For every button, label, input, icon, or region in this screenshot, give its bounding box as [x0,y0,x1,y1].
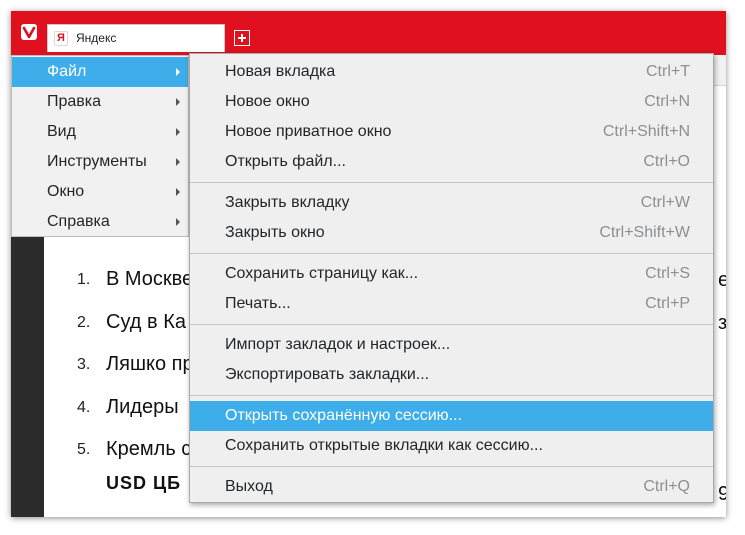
menu-item-label: Открыть файл... [225,153,346,170]
menu-separator [190,182,713,183]
menu-help[interactable]: Справка [12,207,188,237]
new-tab-button[interactable] [234,30,250,46]
news-number: 2. [77,314,91,331]
menu-item-label: Выход [225,478,273,495]
chevron-right-icon [176,128,180,136]
menu-separator [190,466,713,467]
news-headline[interactable]: Кремль с [106,438,191,461]
menu-separator [190,253,713,254]
menu-separator [190,395,713,396]
menu-view[interactable]: Вид [12,117,188,147]
news-number: 1. [77,271,91,288]
menu-edit-label: Правка [47,93,102,110]
main-menu: Файл Правка Вид Инструменты Окно Справка [11,55,189,237]
menu-item-label: Сохранить открытые вкладки как сессию... [225,437,543,454]
menu-tools-label: Инструменты [47,153,147,170]
menu-file-label: Файл [47,63,87,80]
menu-item-new-window[interactable]: Новое окно Ctrl+N [190,87,713,117]
menu-item-open-session[interactable]: Открыть сохранённую сессию... [190,401,713,431]
menu-item-label: Экспортировать закладки... [225,366,430,383]
news-headline[interactable]: Ляшко пр [106,353,194,376]
menu-item-label: Сохранить страницу как... [225,265,419,282]
news-number: 3. [77,356,91,373]
menu-item-label: Закрыть вкладку [225,194,350,211]
chevron-right-icon [176,218,180,226]
menu-item-new-private-window[interactable]: Новое приватное окно Ctrl+Shift+N [190,117,713,147]
tab-title: Яндекс [76,31,117,45]
menu-item-label: Импорт закладок и настроек... [225,336,451,353]
menu-item-label: Новое приватное окно [225,123,392,140]
news-headline[interactable]: Суд в Ка [106,311,186,334]
menu-item-shortcut: Ctrl+S [645,265,690,282]
news-number: 4. [77,399,91,416]
menu-item-shortcut: Ctrl+T [646,63,690,80]
menu-item-label: Новая вкладка [225,63,336,80]
menu-edit[interactable]: Правка [12,87,188,117]
menu-view-label: Вид [47,123,76,140]
headline-fragment: е [718,269,726,291]
tab-yandex[interactable]: Я Яндекс [47,24,225,52]
menu-item-shortcut: Ctrl+Shift+W [599,224,690,241]
chevron-right-icon [176,158,180,166]
menu-item-new-tab[interactable]: Новая вкладка Ctrl+T [190,57,713,87]
menu-item-shortcut: Ctrl+Q [643,478,690,495]
menu-item-close-window[interactable]: Закрыть окно Ctrl+Shift+W [190,218,713,248]
chevron-right-icon [176,68,180,76]
chevron-right-icon [176,98,180,106]
news-headline[interactable]: Лидеры [106,396,179,419]
yandex-favicon-icon: Я [54,31,68,46]
menu-item-shortcut: Ctrl+W [640,194,690,211]
menu-item-open-file[interactable]: Открыть файл... Ctrl+O [190,147,713,177]
news-headline[interactable]: В Москве [106,268,193,291]
news-number: 5. [77,441,91,458]
menu-item-shortcut: Ctrl+Shift+N [602,123,690,140]
menu-item-shortcut: Ctrl+O [643,153,690,170]
menu-item-export-bookmarks[interactable]: Экспортировать закладки... [190,360,713,390]
menu-item-label: Закрыть окно [225,224,325,241]
browser-window: Я Яндекс 1. В Москве 2. Суд в Ка 3. Ляшк… [11,11,726,517]
menu-item-save-session[interactable]: Сохранить открытые вкладки как сессию... [190,431,713,461]
menu-item-save-page[interactable]: Сохранить страницу как... Ctrl+S [190,259,713,289]
chevron-right-icon [176,188,180,196]
headline-fragment: з [718,312,726,334]
menu-item-import-bookmarks[interactable]: Импорт закладок и настроек... [190,330,713,360]
menu-tools[interactable]: Инструменты [12,147,188,177]
rate-fragment: 9 [718,483,726,505]
title-bar: Я Яндекс [11,11,726,55]
menu-item-label: Новое окно [225,93,310,110]
menu-window-label: Окно [47,183,85,200]
menu-item-label: Печать... [225,295,291,312]
menu-item-print[interactable]: Печать... Ctrl+P [190,289,713,319]
menu-window[interactable]: Окно [12,177,188,207]
menu-file[interactable]: Файл [12,57,188,87]
usd-rate-label: USD ЦБ [106,473,182,493]
menu-item-shortcut: Ctrl+N [644,93,690,110]
vivaldi-logo-icon [21,24,37,40]
menu-item-close-tab[interactable]: Закрыть вкладку Ctrl+W [190,188,713,218]
vivaldi-menu-button[interactable] [19,22,39,42]
menu-item-label: Открыть сохранённую сессию... [225,407,462,424]
menu-item-exit[interactable]: Выход Ctrl+Q [190,472,713,502]
menu-item-shortcut: Ctrl+P [645,295,690,312]
side-panel [11,237,44,517]
menu-separator [190,324,713,325]
menu-help-label: Справка [47,213,110,230]
file-submenu: Новая вкладка Ctrl+T Новое окно Ctrl+N Н… [189,53,714,503]
